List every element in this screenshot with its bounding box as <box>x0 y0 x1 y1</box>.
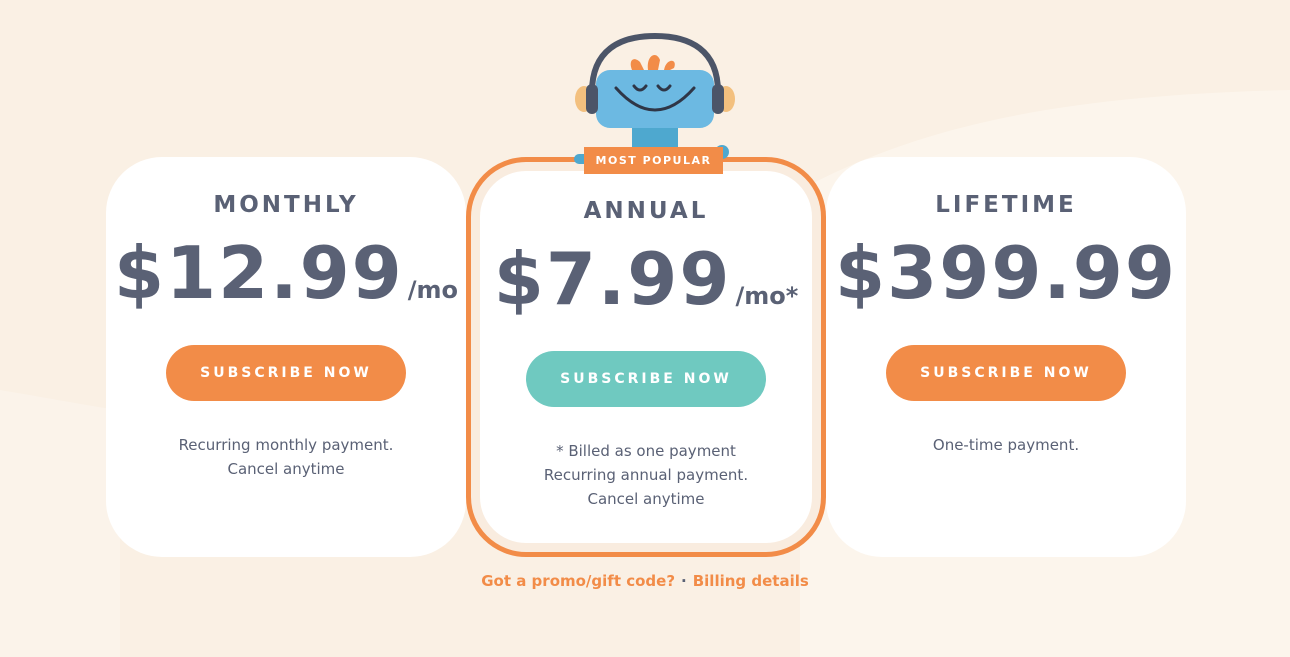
plan-card-annual: ANNUAL $7.99/mo* SUBSCRIBE NOW * Billed … <box>480 171 812 543</box>
subscribe-monthly-button[interactable]: SUBSCRIBE NOW <box>166 345 406 401</box>
plan-card-lifetime: LIFETIME $399.99 SUBSCRIBE NOW One-time … <box>826 157 1186 557</box>
plan-name: MONTHLY <box>213 192 359 218</box>
link-separator: · <box>681 572 687 590</box>
description-line: One-time payment. <box>932 436 1080 454</box>
plan-name: ANNUAL <box>583 198 709 224</box>
plan-description: * Billed as one payment Recurring annual… <box>480 439 812 511</box>
price-unit: /mo <box>407 276 459 304</box>
plan-card-monthly: MONTHLY $12.99/mo SUBSCRIBE NOW Recurrin… <box>106 157 466 557</box>
most-popular-badge: MOST POPULAR <box>584 147 723 174</box>
subscribe-annual-button[interactable]: SUBSCRIBE NOW <box>526 351 766 407</box>
description-line: * Billed as one payment <box>556 442 736 460</box>
price-amount: $12.99 <box>113 231 404 315</box>
plan-price: $7.99/mo* <box>480 237 812 321</box>
promo-code-link[interactable]: Got a promo/gift code? <box>481 572 675 590</box>
billing-details-link[interactable]: Billing details <box>693 572 809 590</box>
plan-price: $399.99 <box>826 231 1186 315</box>
description-line: Recurring annual payment. Cancel anytime <box>543 466 749 508</box>
plan-name: LIFETIME <box>935 192 1077 218</box>
plan-price: $12.99/mo <box>106 231 466 315</box>
price-amount: $399.99 <box>835 231 1177 315</box>
mascot-headphones-icon <box>574 32 735 164</box>
footer-links: Got a promo/gift code? · Billing details <box>0 572 1290 590</box>
plan-description: One-time payment. <box>826 433 1186 457</box>
description-line: Cancel anytime <box>227 460 345 478</box>
description-line: Recurring monthly payment. <box>178 436 394 454</box>
price-amount: $7.99 <box>493 237 732 321</box>
plan-description: Recurring monthly payment. Cancel anytim… <box>106 433 466 481</box>
subscribe-lifetime-button[interactable]: SUBSCRIBE NOW <box>886 345 1126 401</box>
price-unit: /mo* <box>735 282 799 310</box>
